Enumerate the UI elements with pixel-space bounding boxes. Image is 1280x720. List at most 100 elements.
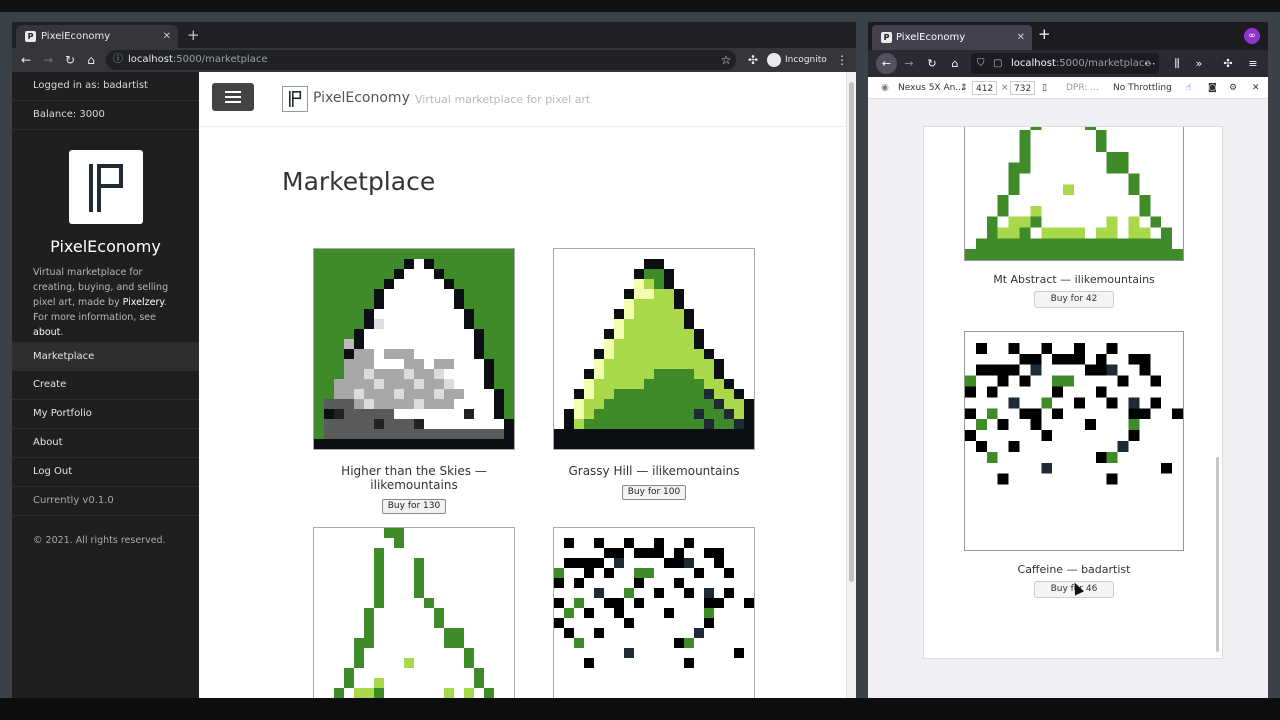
art-mt-abstract[interactable]	[313, 527, 515, 698]
buy-button[interactable]: Buy for 100	[621, 485, 687, 500]
new-tab-icon[interactable]: +	[187, 25, 200, 46]
art-pixel	[975, 419, 987, 431]
sidebar-item-create[interactable]: Create	[12, 371, 199, 400]
art-pixel	[594, 409, 724, 419]
about-link[interactable]: about	[33, 327, 60, 338]
scrollbar-thumb[interactable]	[849, 82, 854, 582]
kebab-menu-icon[interactable]: ⋮	[834, 48, 850, 72]
page-actions-icon[interactable]: ⋯	[1142, 50, 1158, 77]
art-pixel	[604, 349, 614, 359]
tab-close-icon[interactable]: ✕	[1017, 25, 1025, 50]
page-scrollbar[interactable]	[846, 72, 856, 698]
extensions-icon[interactable]: ✣	[745, 48, 761, 72]
reload-icon[interactable]: ↻	[924, 50, 940, 77]
art-pixel	[965, 249, 1183, 260]
art-pixel	[1019, 130, 1031, 152]
device-icon: ◉	[881, 83, 889, 93]
url-path: :5000/marketplace	[172, 54, 268, 65]
viewport-width-input[interactable]: 412	[972, 81, 998, 95]
buy-button[interactable]: Buy for 42	[1033, 291, 1115, 308]
chrome-tab[interactable]: P PixelEconomy ✕	[16, 25, 178, 48]
new-tab-icon[interactable]: +	[1038, 25, 1051, 43]
art-grassy-hill[interactable]	[553, 248, 755, 450]
art-pixel	[614, 319, 624, 329]
art-pixel	[434, 608, 444, 628]
settings-gear-icon[interactable]: ⚙	[1229, 77, 1237, 99]
art-pixel	[604, 568, 614, 578]
favicon-icon: P	[881, 32, 892, 43]
art-pixel	[1008, 364, 1020, 376]
hamburger-menu-icon[interactable]: ≡	[1245, 50, 1261, 77]
tracking-shield-icon[interactable]: ⛉	[977, 53, 985, 74]
library-icon[interactable]: ⫼	[1169, 50, 1185, 77]
art-pixel	[1117, 441, 1129, 452]
art-pixel	[704, 618, 714, 628]
address-bar[interactable]: ⓘ localhost:5000/marketplace	[106, 50, 736, 70]
art-pixel	[584, 608, 594, 618]
art-pixel	[1019, 408, 1042, 420]
art-pixel	[1095, 130, 1107, 152]
menu-toggle-button[interactable]	[212, 83, 254, 111]
home-icon[interactable]: ⌂	[83, 48, 99, 72]
touch-simulation-icon[interactable]: ☝	[1186, 77, 1191, 99]
pixelzery-link[interactable]: Pixelzery	[123, 297, 164, 308]
viewport-scrollbar[interactable]	[1216, 457, 1219, 652]
art-pixel	[634, 279, 644, 289]
art-pixel	[714, 558, 724, 568]
back-icon[interactable]: ←	[18, 48, 34, 72]
sidebar-item-log-out[interactable]: Log Out	[12, 458, 199, 487]
art-pixel	[624, 309, 634, 319]
art-higher-than-the-skies[interactable]	[313, 248, 515, 450]
rotate-icon[interactable]: ▯	[1042, 77, 1047, 99]
art-pixel	[554, 429, 754, 449]
forward-icon[interactable]: →	[40, 48, 56, 72]
tab-title: PixelEconomy	[896, 32, 966, 43]
hamburger-line	[225, 91, 241, 93]
home-icon[interactable]: ⌂	[947, 50, 963, 77]
brand-logo-icon[interactable]	[282, 86, 308, 112]
close-rdm-icon[interactable]: ✕	[1252, 77, 1260, 99]
art-mt-abstract[interactable]	[964, 126, 1184, 261]
buy-button[interactable]: Buy for 130	[381, 499, 447, 514]
art-pixel	[374, 678, 384, 688]
throttling-select[interactable]: No Throttling	[1113, 77, 1172, 99]
screenshot-icon[interactable]: ◙	[1208, 77, 1217, 99]
brand-name[interactable]: PixelEconomy	[313, 90, 410, 106]
art-pixel	[554, 568, 564, 578]
art-caffeine[interactable]	[964, 331, 1184, 551]
forward-icon[interactable]: →	[901, 50, 917, 77]
art-pixel	[474, 668, 484, 688]
art-pixel	[704, 598, 724, 608]
desc-text-4: .	[60, 327, 64, 338]
sidebar-item-about[interactable]: About	[12, 429, 199, 458]
back-icon[interactable]: ←	[876, 53, 897, 74]
sidebar-item-marketplace[interactable]: Marketplace	[12, 342, 199, 371]
art-pixel	[594, 558, 604, 568]
overflow-icon[interactable]: »	[1191, 50, 1207, 77]
address-bar[interactable]: ⛉ ▢ localhost:5000/marketplace	[971, 53, 1159, 74]
art-pixel	[374, 319, 464, 329]
info-icon[interactable]: ⓘ	[113, 50, 123, 70]
art-pixel	[594, 359, 604, 369]
art-pixel	[1106, 451, 1118, 463]
firefox-tab[interactable]: P PixelEconomy ✕	[872, 25, 1032, 50]
reload-icon[interactable]: ↻	[62, 48, 78, 72]
art-caffeine[interactable]	[553, 527, 755, 698]
art-pixel	[564, 608, 574, 618]
incognito-indicator[interactable]: Incognito	[767, 48, 827, 72]
art-pixel	[334, 409, 344, 419]
art-pixel	[1008, 342, 1020, 354]
art-pixel	[344, 359, 374, 369]
art-pixel	[684, 588, 694, 598]
device-select[interactable]: Nexus 5X An...	[898, 77, 964, 99]
tab-close-icon[interactable]: ✕	[163, 25, 171, 48]
bookmark-star-icon[interactable]: ☆	[718, 48, 734, 72]
art-caption: Mt Abstract — ilikemountains	[993, 273, 1155, 286]
viewport-height-input[interactable]: 732	[1010, 81, 1036, 95]
extensions-icon[interactable]: ✣	[1220, 50, 1236, 77]
art-pixel	[1128, 353, 1151, 365]
art-pixel	[1161, 227, 1173, 239]
sidebar-item-my-portfolio[interactable]: My Portfolio	[12, 400, 199, 429]
page-info-icon[interactable]: ▢	[993, 53, 1002, 74]
dpr-select[interactable]: DPR: ...	[1066, 77, 1099, 99]
